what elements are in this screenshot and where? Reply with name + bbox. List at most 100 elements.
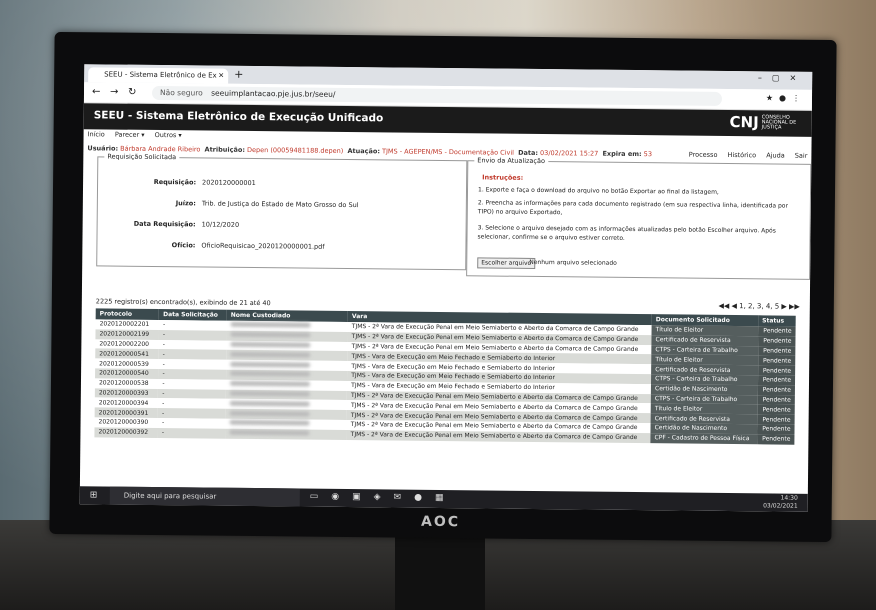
- envio-legend: Envio da Atualização: [474, 156, 548, 166]
- system-tray: 14:30 03/02/2021: [763, 494, 798, 510]
- requisicao-fieldset: Requisição Solicitada Requisição: 2020120…: [96, 152, 468, 271]
- window-controls[interactable]: –▢✕: [758, 73, 806, 83]
- tools: Processo Histórico Ajuda Sair: [681, 146, 808, 163]
- cell-data: -: [157, 427, 226, 439]
- cell-protocolo: 2020120000392: [94, 427, 158, 438]
- requests-table: Protocolo Data Solicitação Nome Custodia…: [94, 308, 796, 445]
- expira-label: Expira em:: [602, 149, 642, 159]
- cell-status: Pendente: [757, 365, 796, 376]
- ajuda-link[interactable]: Ajuda: [766, 151, 785, 159]
- taskbar-search[interactable]: Digite aqui para pesquisar: [109, 486, 300, 507]
- header-protocolo[interactable]: Protocolo: [95, 308, 160, 321]
- no-file-label: Nenhum arquivo selecionado: [529, 258, 617, 267]
- field-row: Ofício: OficioRequisicao_2020120000001.pd…: [97, 240, 465, 251]
- cell-vara: TJMS - 2ª Vara de Execução Penal em Meio…: [346, 429, 651, 443]
- record-count: 2225 registro(s) encontrado(s), exibindo…: [95, 297, 271, 308]
- field-row: Data Requisição: 10/12/2020: [98, 219, 466, 229]
- url-text: seeuimplantacao.pje.jus.br/seeu/: [211, 88, 336, 99]
- attr-value: Depen (00059481188.depen): [246, 145, 344, 155]
- cell-protocolo: 2020120002200: [95, 338, 159, 350]
- reload-icon[interactable]: ↻: [128, 87, 137, 98]
- field-value: 2020120000001: [202, 178, 256, 188]
- historico-link[interactable]: Histórico: [727, 151, 756, 159]
- field-row: Requisição: 2020120000001: [98, 177, 466, 187]
- data-value: 03/02/2021 15:27: [540, 149, 599, 158]
- taskbar: ⊞ Digite aqui para pesquisar ▭◉▣◈✉●▦ 14:…: [79, 486, 808, 512]
- app-title: SEEU - Sistema Eletrônico de Execução Un…: [93, 109, 384, 125]
- cell-status: Pendente: [756, 424, 795, 435]
- redacted-name: [229, 390, 311, 397]
- not-secure-label: Não seguro: [159, 88, 203, 98]
- field-value: Trib. de Justiça do Estado de Mato Gross…: [201, 199, 359, 210]
- tab-title: SEEU - Sistema Eletrônico de Ex: [104, 70, 217, 80]
- instruction-step: 1. Exporte e faça o download do arquivo …: [477, 186, 719, 196]
- redacted-name: [229, 429, 310, 436]
- redacted-name: [230, 322, 311, 329]
- redacted-name: [229, 420, 310, 426]
- instruction-step: 2. Preencha as informações para cada doc…: [477, 199, 788, 217]
- address-bar[interactable]: Não seguro seeuimplantacao.pje.jus.br/se…: [151, 85, 723, 106]
- expira-value: 53: [643, 150, 653, 159]
- field-label: Requisição:: [153, 177, 197, 187]
- menu-inicio[interactable]: Início: [88, 130, 105, 138]
- cell-status: Pendente: [757, 394, 795, 406]
- processo-link[interactable]: Processo: [689, 151, 718, 159]
- cell-status: Pendente: [757, 355, 796, 366]
- taskbar-app-icons[interactable]: ▭◉▣◈✉●▦: [310, 492, 457, 504]
- monitor-brand: AOC: [420, 513, 461, 531]
- windows-start-icon[interactable]: ⊞: [90, 490, 98, 500]
- redacted-name: [230, 341, 311, 348]
- forward-icon[interactable]: →: [110, 87, 119, 98]
- oficio-link[interactable]: OficioRequisicao_2020120000001.pdf: [201, 241, 324, 250]
- back-icon[interactable]: ←: [92, 86, 101, 97]
- requisicao-legend: Requisição Solicitada: [104, 152, 180, 162]
- field-label: Juízo:: [175, 199, 196, 208]
- menu-outros[interactable]: Outros ▾: [155, 131, 182, 139]
- field-value: 10/12/2020: [201, 220, 240, 229]
- instructions-title: Instruções:: [482, 173, 524, 182]
- data-label: Data:: [518, 148, 539, 157]
- instruction-step: 3. Selecione o arquivo desejado com as i…: [477, 224, 776, 242]
- cell-protocolo: 2020120000394: [94, 397, 159, 409]
- new-tab-button[interactable]: +: [234, 68, 243, 81]
- cell-protocolo: 2020120000540: [95, 368, 159, 379]
- atuacao-value[interactable]: TJMS - AGEPEN/MS - Documentação Civil: [382, 147, 514, 156]
- envio-fieldset: Envio da Atualização Instruções: 1. Expo…: [466, 156, 812, 280]
- field-row: Juízo: Trib. de Justiça do Estado de Mato…: [98, 198, 466, 209]
- cell-protocolo: 2020120002199: [95, 329, 159, 340]
- cnj-logo: CNJ CONSELHO NACIONAL DE JUSTIÇA: [729, 113, 801, 132]
- redacted-name: [229, 400, 310, 407]
- cell-protocolo: 2020120000541: [95, 348, 159, 360]
- search-placeholder: Digite aqui para pesquisar: [123, 491, 217, 501]
- close-icon[interactable]: ✕: [218, 69, 224, 84]
- cell-status: Pendente: [757, 404, 795, 415]
- cell-protocolo: 2020120000393: [94, 387, 159, 399]
- cell-protocolo: 2020120000390: [94, 417, 159, 428]
- redacted-name: [230, 331, 311, 338]
- sair-link[interactable]: Sair: [795, 152, 808, 160]
- screen: SEEU - Sistema Eletrônico de Ex ✕ + –▢✕ …: [79, 64, 813, 512]
- user-label: Usuário:: [87, 144, 119, 153]
- cell-status: Pendente: [757, 375, 796, 386]
- cell-nome: [225, 428, 347, 440]
- redacted-name: [230, 351, 311, 358]
- redacted-name: [230, 361, 311, 368]
- cell-status: Pendente: [756, 434, 795, 445]
- monitor: AOC SEEU - Sistema Eletrônico de Ex ✕ + …: [49, 31, 837, 543]
- browser-toolbar-icons[interactable]: ★●⋮: [766, 93, 806, 102]
- choose-file-button[interactable]: Escolher arquivo: [477, 257, 536, 269]
- cell-protocolo: 2020120000391: [94, 407, 159, 418]
- header-data[interactable]: Data Solicitação: [159, 309, 227, 321]
- cell-protocolo: 2020120000538: [94, 378, 159, 389]
- menu-parecer[interactable]: Parecer ▾: [115, 131, 145, 139]
- attr-label: Atribuição:: [204, 145, 245, 154]
- field-label: Ofício:: [171, 241, 196, 250]
- cell-status: Pendente: [757, 385, 795, 396]
- cell-status: Pendente: [757, 414, 795, 425]
- header-status: Status: [758, 315, 796, 327]
- browser-tab[interactable]: SEEU - Sistema Eletrônico de Ex ✕: [88, 67, 229, 84]
- logo-subtitle: CONSELHO NACIONAL DE JUSTIÇA: [761, 114, 797, 131]
- field-label: Data Requisição:: [133, 219, 196, 229]
- pagination[interactable]: ◀◀ ◀ 1, 2, 3, 4, 5 ▶ ▶▶: [718, 302, 799, 311]
- redacted-name: [229, 410, 310, 417]
